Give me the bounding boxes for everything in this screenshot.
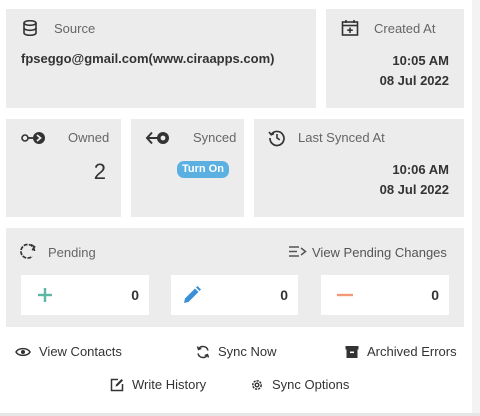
write-history-label: Write History xyxy=(132,377,207,392)
gear-icon xyxy=(252,379,262,390)
last-synced-time: 10:06 AM xyxy=(392,162,449,177)
pending-delete-box[interactable]: 0 xyxy=(321,275,449,315)
minus-icon xyxy=(337,293,353,297)
pending-add-box[interactable]: 0 xyxy=(21,275,149,315)
pending-label: Pending xyxy=(48,245,96,260)
last-synced-label: Last Synced At xyxy=(298,130,385,145)
sync-now-button[interactable]: Sync Now xyxy=(196,344,277,359)
pending-refresh-icon xyxy=(20,243,36,259)
owned-count: 2 xyxy=(93,159,106,184)
sync-icon xyxy=(196,345,210,358)
created-at-label: Created At xyxy=(374,21,436,36)
pending-edit-box[interactable]: 0 xyxy=(171,275,298,315)
view-contacts-label: View Contacts xyxy=(39,344,122,359)
last-synced-panel: Last Synced At 10:06 AM 08 Jul 2022 xyxy=(254,119,464,217)
plus-icon xyxy=(38,288,52,302)
pending-delete-count: 0 xyxy=(431,287,439,303)
view-pending-changes-link[interactable]: View Pending Changes xyxy=(288,244,447,260)
list-arrow-icon xyxy=(289,246,307,257)
write-history-button[interactable]: Write History xyxy=(110,377,206,392)
calendar-plus-icon xyxy=(341,20,359,36)
source-panel: Source fpseggo@gmail.com(www.ciraapps.co… xyxy=(6,9,316,108)
source-label: Source xyxy=(54,21,96,36)
synced-panel: Synced Turn On xyxy=(131,119,244,217)
eye-icon xyxy=(15,347,31,356)
created-at-panel: Created At 10:05 AM 08 Jul 2022 xyxy=(326,9,464,108)
view-pending-changes-label: View Pending Changes xyxy=(312,244,447,260)
owned-label: Owned xyxy=(68,130,110,145)
pending-add-count: 0 xyxy=(131,287,139,303)
sync-options-button[interactable]: Sync Options xyxy=(250,377,349,392)
source-value: fpseggo@gmail.com(www.ciraapps.com) xyxy=(21,51,275,66)
last-synced-date: 08 Jul 2022 xyxy=(379,182,449,197)
archived-errors-button[interactable]: Archived Errors xyxy=(345,344,457,359)
pending-edit-count: 0 xyxy=(280,287,288,303)
archived-errors-label: Archived Errors xyxy=(367,344,457,359)
owned-link-icon xyxy=(21,132,45,144)
history-clock-icon xyxy=(268,130,285,147)
database-icon xyxy=(23,20,37,36)
view-contacts-button[interactable]: View Contacts xyxy=(15,344,122,359)
synced-link-icon xyxy=(145,131,169,145)
created-time: 10:05 AM xyxy=(392,53,449,68)
turn-on-badge[interactable]: Turn On xyxy=(177,161,229,178)
pencil-icon xyxy=(184,286,201,303)
scrollbar-track[interactable] xyxy=(472,0,480,416)
sync-now-label: Sync Now xyxy=(218,344,277,359)
sync-options-label: Sync Options xyxy=(272,377,350,392)
edit-square-icon xyxy=(110,378,124,391)
synced-label: Synced xyxy=(193,130,237,145)
owned-panel: Owned 2 xyxy=(6,119,121,217)
archive-icon xyxy=(345,345,359,358)
created-date: 08 Jul 2022 xyxy=(379,73,449,88)
